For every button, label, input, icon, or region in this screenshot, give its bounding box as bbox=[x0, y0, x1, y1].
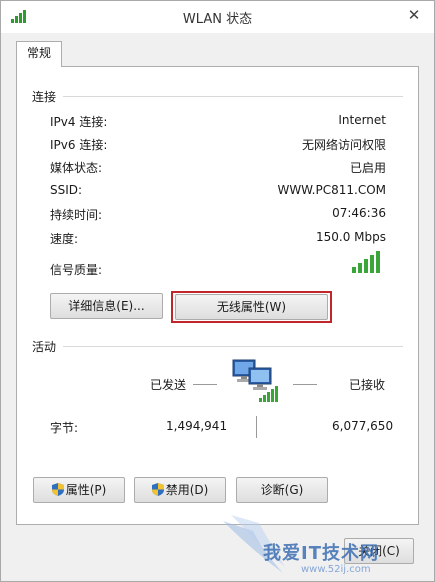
uac-shield-icon bbox=[51, 483, 64, 496]
window-close-button[interactable]: ✕ bbox=[406, 7, 422, 23]
duration-label: 持续时间: bbox=[50, 208, 103, 222]
uac-shield-icon bbox=[151, 483, 164, 496]
details-button[interactable]: 详细信息(E)... bbox=[50, 293, 163, 319]
ipv6-label: IPv6 连接: bbox=[50, 138, 108, 152]
sent-label: 已发送 bbox=[150, 378, 187, 392]
window-title: WLAN 状态 bbox=[182, 12, 253, 27]
duration-value: 07:46:36 bbox=[332, 206, 386, 220]
disable-button-label: 禁用(D) bbox=[165, 483, 209, 497]
disable-button[interactable]: 禁用(D) bbox=[134, 477, 226, 503]
signal-quality-label: 信号质量: bbox=[50, 263, 103, 277]
signal-strength-icon bbox=[352, 251, 382, 273]
section-divider bbox=[63, 346, 403, 347]
ssid-label: SSID: bbox=[50, 183, 83, 197]
section-divider bbox=[63, 96, 403, 97]
bytes-sent-value: 1,494,941 bbox=[166, 419, 228, 433]
ssid-value: WWW.PC811.COM bbox=[277, 183, 386, 197]
bytes-divider bbox=[256, 416, 257, 438]
media-state-value: 已启用 bbox=[349, 161, 386, 175]
watermark-title: 我爱IT技术网 bbox=[263, 543, 379, 564]
speed-label: 速度: bbox=[50, 232, 79, 246]
ipv6-value: 无网络访问权限 bbox=[301, 138, 386, 152]
ipv4-value: Internet bbox=[338, 113, 386, 127]
tab-general[interactable]: 常规 bbox=[16, 41, 62, 67]
properties-button[interactable]: 属性(P) bbox=[33, 477, 125, 503]
watermark-url: www.52ij.com bbox=[301, 564, 371, 575]
speed-value: 150.0 Mbps bbox=[315, 230, 386, 244]
ipv4-label: IPv4 连接: bbox=[50, 115, 108, 129]
diagnose-button[interactable]: 诊断(G) bbox=[236, 477, 328, 503]
wireless-properties-button[interactable]: 无线属性(W) bbox=[175, 294, 328, 320]
received-line bbox=[293, 384, 317, 385]
properties-button-label: 属性(P) bbox=[65, 483, 107, 497]
bytes-received-value: 6,077,650 bbox=[332, 419, 394, 433]
media-state-label: 媒体状态: bbox=[50, 161, 103, 175]
wlan-status-window: WLAN 状态 ✕ 常规 连接 IPv4 连接: Internet IPv6 连… bbox=[0, 0, 435, 582]
title-bar: WLAN 状态 ✕ bbox=[1, 1, 434, 33]
bytes-label: 字节: bbox=[50, 421, 79, 435]
sent-line bbox=[193, 384, 217, 385]
received-label: 已接收 bbox=[349, 378, 386, 392]
network-computers-icon bbox=[232, 359, 278, 402]
activity-section-label: 活动 bbox=[32, 340, 57, 354]
connection-section-label: 连接 bbox=[32, 90, 57, 104]
